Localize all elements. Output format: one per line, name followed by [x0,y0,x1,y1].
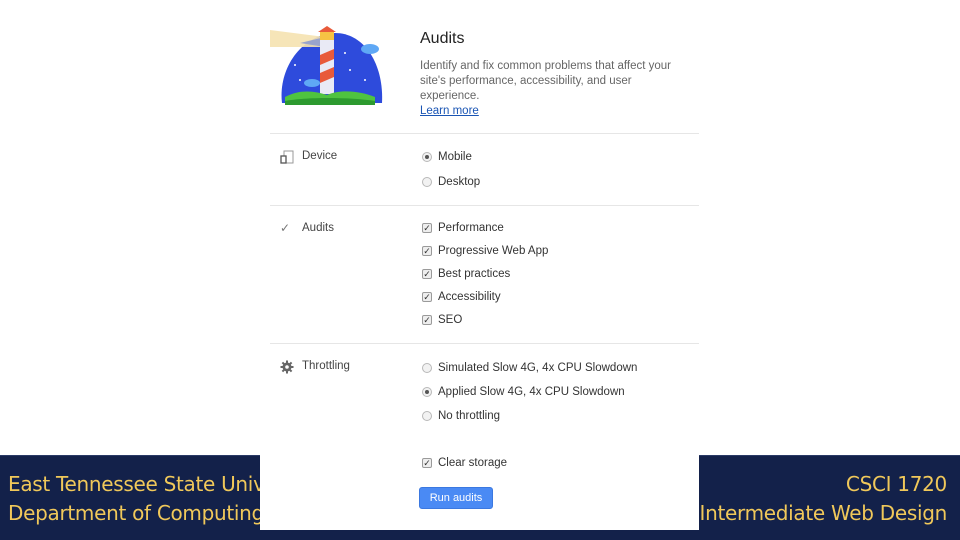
option-label: Clear storage [438,457,508,469]
panel-title: Audits [420,30,465,47]
gear-icon [280,360,294,374]
divider [270,205,699,206]
checkbox-performance[interactable]: ✓ [422,223,432,233]
option-no-throttling[interactable]: No throttling [422,410,500,422]
option-label: Desktop [438,176,481,188]
learn-more-link[interactable]: Learn more [420,104,685,119]
option-simulated-slow-4g[interactable]: Simulated Slow 4G, 4x CPU Slowdown [422,362,637,374]
lighthouse-logo-icon [270,26,383,105]
audits-panel: Audits Identify and fix common problems … [260,0,699,530]
option-performance[interactable]: ✓ Performance [422,222,504,234]
footer-course-name: Intermediate Web Design [699,501,947,525]
radio-simulated-slow-4g[interactable] [422,363,432,373]
option-label: Progressive Web App [438,245,549,257]
radio-no-throttling[interactable] [422,411,432,421]
option-accessibility[interactable]: ✓ Accessibility [422,291,501,303]
option-clear-storage[interactable]: ✓ Clear storage [422,457,507,469]
checkbox-seo[interactable]: ✓ [422,315,432,325]
section-label-audits: Audits [302,222,334,234]
run-audits-button[interactable]: Run audits [419,487,493,509]
device-icon [280,150,294,164]
option-label: Accessibility [438,291,501,303]
check-icon: ✓ [280,221,291,235]
option-seo[interactable]: ✓ SEO [422,314,462,326]
radio-desktop[interactable] [422,177,432,187]
option-pwa[interactable]: ✓ Progressive Web App [422,245,548,257]
divider [270,343,699,344]
footer-course-code: CSCI 1720 [845,472,947,496]
section-label-device: Device [302,150,338,162]
checkbox-clear-storage[interactable]: ✓ [422,458,432,468]
option-label: Applied Slow 4G, 4x CPU Slowdown [438,386,625,398]
description-text: Identify and fix common problems that af… [420,60,671,102]
checkbox-best-practices[interactable]: ✓ [422,269,432,279]
option-label: Mobile [438,151,472,163]
option-label: Simulated Slow 4G, 4x CPU Slowdown [438,362,638,374]
radio-applied-slow-4g[interactable] [422,387,432,397]
radio-mobile[interactable] [422,152,432,162]
option-label: Best practices [438,268,511,280]
option-label: SEO [438,314,463,326]
option-desktop[interactable]: Desktop [422,176,480,188]
divider [270,133,699,134]
option-best-practices[interactable]: ✓ Best practices [422,268,510,280]
checkbox-pwa[interactable]: ✓ [422,246,432,256]
option-mobile[interactable]: Mobile [422,151,472,163]
checkbox-accessibility[interactable]: ✓ [422,292,432,302]
section-label-throttling: Throttling [302,360,350,372]
option-label: No throttling [438,410,501,422]
option-label: Performance [438,222,504,234]
panel-description: Identify and fix common problems that af… [420,59,685,119]
footer-department: Department of Computing [8,501,264,525]
option-applied-slow-4g[interactable]: Applied Slow 4G, 4x CPU Slowdown [422,386,625,398]
